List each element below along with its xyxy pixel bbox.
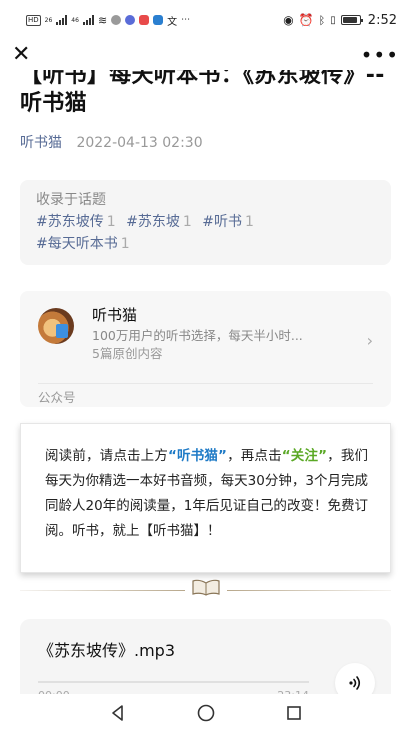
- topic-tags: #苏东坡传 1 #苏东坡 1 #听书 1 #每天听本书 1: [36, 211, 375, 255]
- chevron-right-icon: ›: [366, 331, 373, 350]
- topic-tag[interactable]: #每天听本书 1: [36, 236, 130, 252]
- topic-tag[interactable]: #苏东坡 1: [126, 214, 192, 230]
- topic-tag-label: #苏东坡传: [36, 214, 104, 230]
- account-article-count: 5篇原创内容: [92, 346, 163, 361]
- topic-tag-label: #苏东坡: [126, 214, 180, 230]
- home-circle-svg: [197, 704, 214, 722]
- close-icon[interactable]: ✕: [12, 44, 30, 66]
- back-triangle-svg: [111, 705, 123, 721]
- article-meta: 听书猫 2022-04-13 02:30: [0, 132, 411, 152]
- account-name: 听书猫: [92, 306, 138, 324]
- system-nav-bar: [0, 694, 411, 732]
- battery-icon: [340, 15, 363, 25]
- more-icon[interactable]: •••: [361, 45, 399, 65]
- more-notifications-icon: ⋯: [181, 15, 191, 25]
- status-left: HD 26 46 ≋ 文 ⋯: [26, 13, 190, 28]
- wechat-app-icon: [111, 15, 122, 25]
- audio-title: 《苏东坡传》.mp3: [38, 641, 176, 660]
- open-book-icon-svg: [191, 579, 220, 596]
- signal-icon: [56, 15, 68, 25]
- eye-icon: ◉: [283, 13, 294, 27]
- publish-date: 2022-04-13 02:30: [76, 135, 203, 151]
- signal2-icon: [82, 15, 94, 25]
- topic-tag[interactable]: #苏东坡传 1: [36, 214, 116, 230]
- clock: 2:52: [367, 12, 397, 28]
- topic-tag-count: 1: [120, 236, 130, 252]
- divider: [38, 383, 373, 384]
- recents-square-svg: [286, 706, 301, 720]
- notice-highlight-follow: “关注”: [281, 448, 328, 464]
- network-label: 26: [44, 16, 53, 24]
- home-circle-icon[interactable]: [191, 698, 221, 728]
- recents-square-icon[interactable]: [279, 698, 309, 728]
- status-bar: HD 26 46 ≋ 文 ⋯ ◉ ⏰ ᛒ ▯ 2:52: [0, 0, 411, 40]
- back-triangle-icon[interactable]: [103, 698, 133, 728]
- hd-badge: HD: [26, 14, 41, 26]
- topic-tag-label: #每天听本书: [36, 236, 118, 252]
- account-card[interactable]: 听书猫 100万用户的听书选择，每天半小时... 5篇原创内容 › 公众号: [20, 291, 391, 407]
- account-row: 听书猫 100万用户的听书选择，每天半小时... 5篇原创内容: [38, 305, 373, 363]
- app-icon: [125, 15, 136, 25]
- notice-text: ，再点击: [226, 448, 282, 464]
- open-book-icon: [185, 578, 227, 602]
- avatar: [38, 308, 74, 344]
- translate-icon: 文: [167, 16, 178, 28]
- divider-line: [226, 589, 391, 591]
- topic-tag-count: 1: [182, 214, 192, 230]
- topic-card: 收录于话题 #苏东坡传 1 #苏东坡 1 #听书 1 #每天听本书 1: [20, 180, 391, 265]
- topic-heading: 收录于话题: [36, 192, 106, 208]
- decorative-divider: [20, 579, 391, 601]
- app-icon: [153, 15, 164, 25]
- topic-tag-count: 1: [244, 214, 254, 230]
- article-title: 【听书】每天听本书：《苏东坡传》--听书猫: [20, 63, 385, 116]
- topic-tag-count: 1: [106, 214, 116, 230]
- vibrate-icon: ▯: [330, 14, 336, 26]
- account-type-label: 公众号: [38, 390, 76, 405]
- network2-label: 46: [71, 16, 79, 24]
- audio-play-icon-svg: [349, 676, 361, 690]
- alarm-icon: ⏰: [298, 13, 314, 27]
- topic-tag-label: #听书: [202, 214, 242, 230]
- article-content: 【听书】每天听本书：《苏东坡传》--听书猫 听书猫 2022-04-13 02:…: [0, 62, 411, 711]
- subscribe-notice: 阅读前，请点击上方“听书猫”，再点击“关注”，我们每天为你精选一本好书音频，每天…: [20, 423, 391, 573]
- notice-text: 阅读前，请点击上方: [45, 448, 168, 464]
- author-link[interactable]: 听书猫: [20, 135, 62, 151]
- bluetooth-icon: ᛒ: [318, 13, 326, 27]
- status-right: ◉ ⏰ ᛒ ▯ 2:52: [283, 13, 397, 28]
- top-bar: ✕ •••: [0, 40, 411, 70]
- topic-tag[interactable]: #听书 1: [202, 214, 254, 230]
- notice-highlight-account: “听书猫”: [168, 448, 227, 464]
- audio-progress-bar[interactable]: [38, 681, 309, 683]
- account-description: 100万用户的听书选择，每天半小时...: [92, 328, 303, 343]
- divider-line: [20, 589, 185, 591]
- battery-level: [342, 17, 358, 23]
- account-info: 听书猫 100万用户的听书选择，每天半小时... 5篇原创内容: [92, 305, 373, 363]
- wifi-icon: ≋: [97, 13, 108, 27]
- app-icon: [139, 15, 150, 25]
